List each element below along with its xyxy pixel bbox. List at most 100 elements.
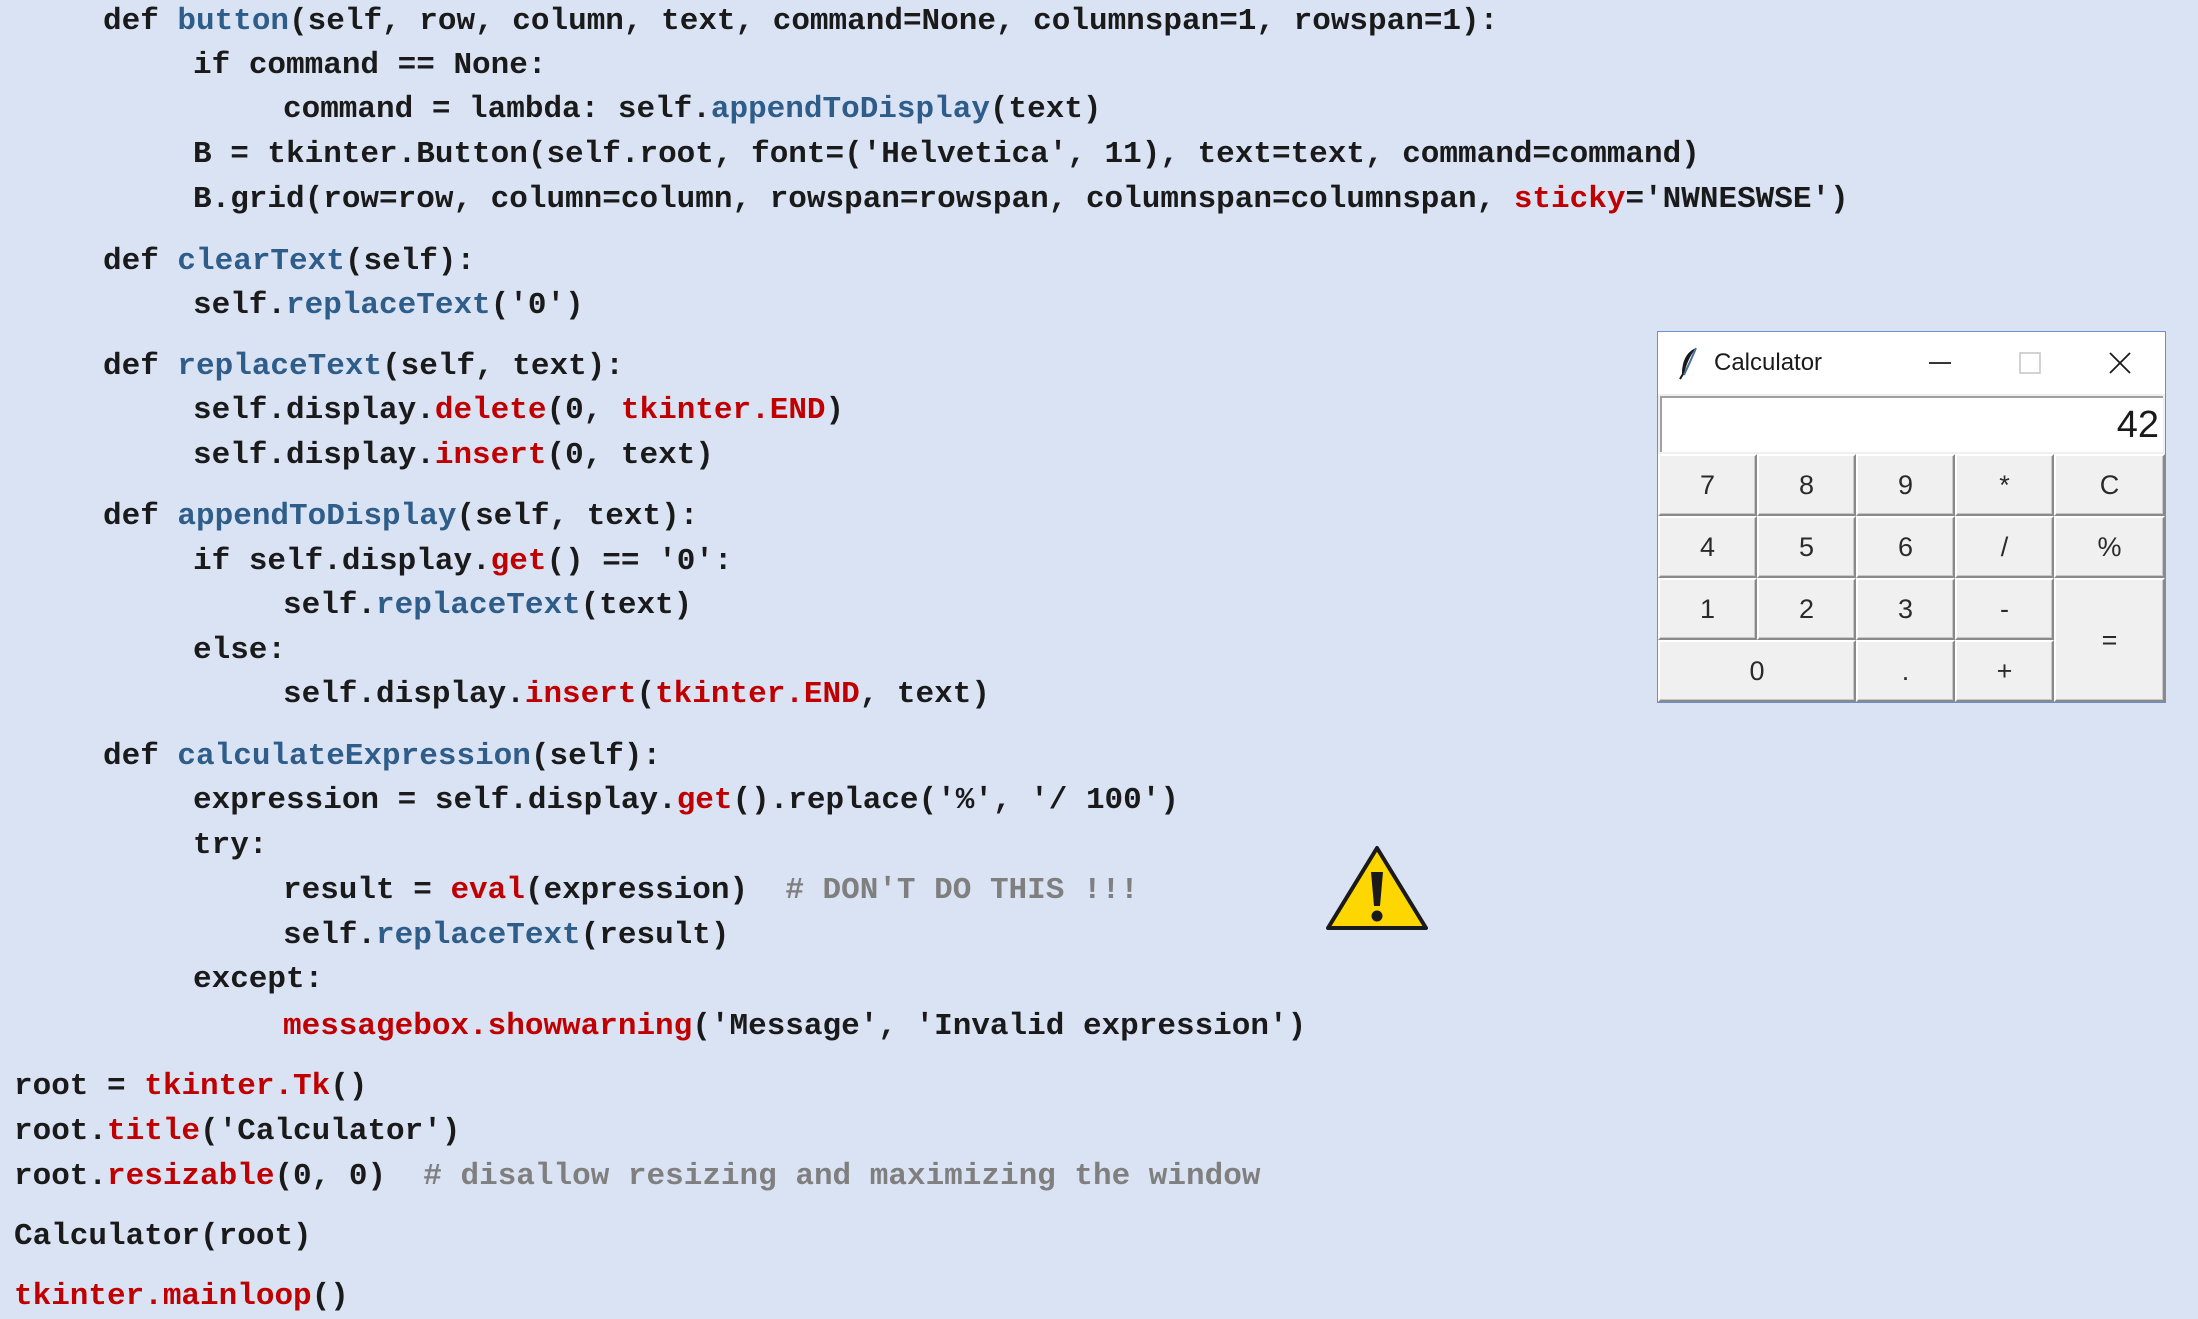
calc-button-3[interactable]: 3 xyxy=(1856,578,1955,640)
code-token: self.display. xyxy=(193,438,435,473)
code-token: expression = self.display. xyxy=(193,783,677,818)
calculator-titlebar[interactable]: Calculator xyxy=(1658,332,2165,394)
code-line: def calculateExpression(self): xyxy=(103,735,661,779)
calc-button-9[interactable]: 9 xyxy=(1856,454,1955,516)
code-token: self.display. xyxy=(193,393,435,428)
close-button[interactable] xyxy=(2075,332,2165,394)
code-token: # disallow resizing and maximizing the w… xyxy=(423,1159,1261,1194)
code-line: B.grid(row=row, column=column, rowspan=r… xyxy=(193,178,1849,222)
code-token: (0, text) xyxy=(546,438,714,473)
code-token: tkinter.Tk xyxy=(144,1069,331,1104)
code-token: () == '0': xyxy=(546,544,733,579)
code-line: self.replaceText('0') xyxy=(193,284,584,328)
calculator-window: Calculator 42 7 8 9 * C 4 5 6/% 1 2 3- = 0. + xyxy=(1657,331,2166,703)
calc-button-4[interactable]: 4 xyxy=(1658,516,1757,578)
calc-button-8[interactable]: 8 xyxy=(1757,454,1856,516)
code-token: def xyxy=(103,739,178,774)
code-token: def xyxy=(103,4,178,39)
calc-button-2[interactable]: 2 xyxy=(1757,578,1856,640)
code-token: ='NWNESWSE') xyxy=(1625,182,1849,217)
code-token: command = lambda: self. xyxy=(283,92,711,127)
calc-button-decimal[interactable]: . xyxy=(1856,640,1955,702)
code-token: : xyxy=(248,828,268,863)
code-token: (result) xyxy=(580,918,730,953)
code-token: appendToDisplay xyxy=(710,92,990,127)
calc-button-6[interactable]: 6 xyxy=(1856,516,1955,578)
code-token: root = xyxy=(14,1069,145,1104)
code-token: (self): xyxy=(530,739,662,774)
code-line: expression = self.display.get().replace(… xyxy=(193,779,1179,823)
code-token: insert xyxy=(524,677,637,712)
code-token: get xyxy=(490,544,547,579)
code-token: ('0') xyxy=(490,288,584,323)
code-line: self.display.delete(0, tkinter.END) xyxy=(193,389,844,433)
code-token: clearText xyxy=(177,244,345,279)
minimize-button[interactable] xyxy=(1895,332,1985,394)
code-line: root = tkinter.Tk() xyxy=(14,1065,367,1109)
code-line: tkinter.mainloop() xyxy=(14,1275,349,1319)
calc-button-0[interactable]: 0 xyxy=(1658,640,1856,702)
calc-button-clear[interactable]: C xyxy=(2054,454,2165,516)
close-icon xyxy=(2109,352,2131,374)
calc-button-multiply[interactable]: * xyxy=(1955,454,2054,516)
code-line: def replaceText(self, text): xyxy=(103,345,624,389)
code-token: # DON'T DO THIS !!! xyxy=(785,873,1139,908)
code-token: tkinter.mainloop xyxy=(14,1279,312,1314)
code-line: except: xyxy=(193,958,323,1002)
code-token: if xyxy=(193,544,249,579)
calc-button-equals[interactable]: = xyxy=(2054,578,2165,702)
code-token: try xyxy=(193,828,249,863)
code-line: def button(self, row, column, text, comm… xyxy=(103,0,1498,44)
code-token: ('Calculator') xyxy=(200,1114,461,1149)
code-line: def clearText(self): xyxy=(103,240,475,284)
code-token: delete xyxy=(434,393,547,428)
code-line: self.replaceText(result) xyxy=(283,914,729,958)
maximize-icon xyxy=(2019,352,2041,374)
code-token: root. xyxy=(14,1159,108,1194)
tk-feather-icon xyxy=(1679,347,1697,380)
code-line: if self.display.get() == '0': xyxy=(193,540,733,584)
code-line: messagebox.showwarning('Message', 'Inval… xyxy=(283,1005,1306,1049)
maximize-button xyxy=(1985,332,2075,394)
code-token: replaceText xyxy=(286,288,491,323)
code-token: ) xyxy=(825,393,845,428)
code-token: def xyxy=(103,244,178,279)
code-token: title xyxy=(107,1114,201,1149)
code-token: get xyxy=(676,783,733,818)
code-token: () xyxy=(330,1069,368,1104)
code-line: B = tkinter.Button(self.root, font=('Hel… xyxy=(193,133,1700,177)
calc-button-add[interactable]: + xyxy=(1955,640,2054,702)
code-token: def xyxy=(103,349,178,384)
code-line: if command == None: xyxy=(193,44,546,88)
code-token: (self, text): xyxy=(382,349,624,384)
calc-button-5[interactable]: 5 xyxy=(1757,516,1856,578)
code-token: self. xyxy=(283,918,377,953)
calc-button-divide[interactable]: / xyxy=(1955,516,2054,578)
code-token: messagebox.showwarning xyxy=(283,1009,693,1044)
code-token: if xyxy=(193,48,249,83)
code-token: tkinter.END xyxy=(655,677,860,712)
calc-button-7[interactable]: 7 xyxy=(1658,454,1757,516)
calc-button-1[interactable]: 1 xyxy=(1658,578,1757,640)
code-token: else xyxy=(193,633,268,668)
code-token: calculateExpression xyxy=(177,739,531,774)
calculator-display[interactable]: 42 xyxy=(1660,396,2163,452)
code-line: root.title('Calculator') xyxy=(14,1110,460,1154)
code-token: self. xyxy=(283,588,377,623)
code-token: tkinter.END xyxy=(620,393,826,428)
code-token: (self, text): xyxy=(456,499,699,534)
minimize-icon xyxy=(1929,362,1951,364)
code-token: replaceText xyxy=(376,588,581,623)
code-token: root. xyxy=(14,1114,108,1149)
code-line: def appendToDisplay(self, text): xyxy=(103,495,698,539)
calc-button-percent[interactable]: % xyxy=(2054,516,2165,578)
code-token: , text) xyxy=(859,677,990,712)
code-line: else: xyxy=(193,629,286,673)
code-token: ('Message', 'Invalid expression') xyxy=(692,1009,1307,1044)
calc-button-subtract[interactable]: - xyxy=(1955,578,2054,640)
code-token: (0, 0) xyxy=(274,1159,424,1194)
code-token: result = xyxy=(283,873,451,908)
code-line: Calculator(root) xyxy=(14,1215,312,1259)
code-token: eval xyxy=(450,873,525,908)
code-token: self.display. xyxy=(248,544,491,579)
